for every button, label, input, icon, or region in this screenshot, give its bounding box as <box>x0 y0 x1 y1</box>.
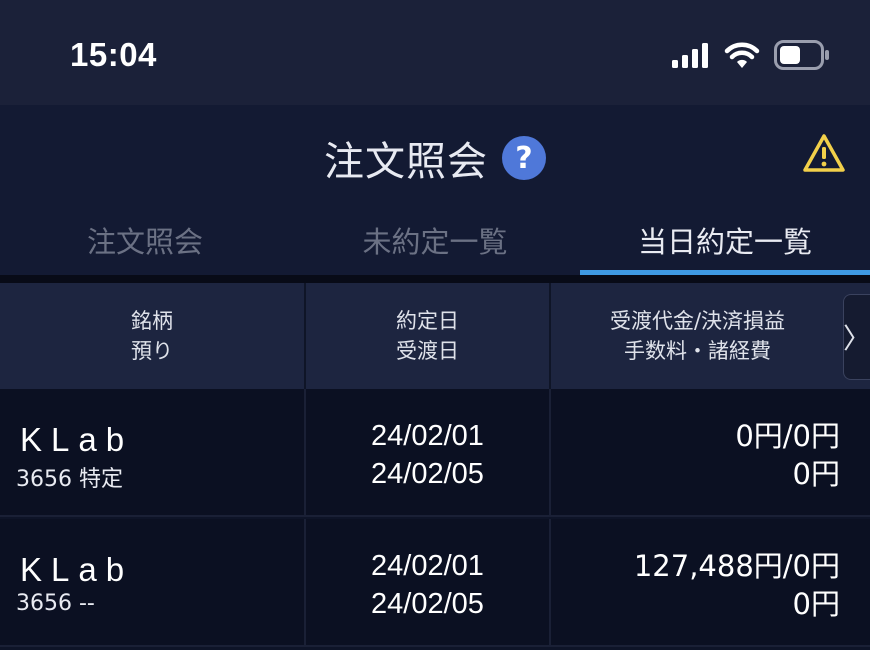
settlement-amount: 127,488円/0円 <box>633 549 840 583</box>
signal-icon <box>672 43 708 68</box>
header-settlement-amount: 受渡代金/決済損益 <box>609 309 786 333</box>
fees: 0円 <box>792 457 840 491</box>
fees: 0円 <box>792 587 840 621</box>
amounts: 0円/0円 0円 <box>735 417 840 493</box>
amounts: 127,488円/0円 0円 <box>634 547 840 623</box>
settle-date: 24/02/05 <box>371 588 484 620</box>
scroll-right-button[interactable]: 〉 <box>843 294 870 380</box>
header-custody: 預り <box>131 339 173 363</box>
dates-cell: 24/02/01 24/02/05 <box>306 519 551 645</box>
status-bar: 15:04 <box>0 0 870 105</box>
amounts-cell: 0円/0円 0円 <box>551 389 870 515</box>
help-icon[interactable]: ? <box>502 136 546 180</box>
warning-icon[interactable] <box>802 133 846 173</box>
header-stock: 銘柄 預り <box>0 283 306 389</box>
table-header: 銘柄 預り 約定日 受渡日 受渡代金/決済損益 手数料・諸経費 〉 <box>0 283 870 389</box>
table-row[interactable]: KLab 3656 特定 24/02/01 24/02/05 0円/0円 0円 <box>0 389 870 517</box>
settle-date: 24/02/05 <box>371 458 484 490</box>
header-fees: 手数料・諸経費 <box>624 339 771 363</box>
divider <box>0 275 870 283</box>
header-dates: 約定日 受渡日 <box>306 283 551 389</box>
amounts-cell: 127,488円/0円 0円 <box>551 519 870 645</box>
stock-name: KLab <box>20 421 134 458</box>
tab-today-executions[interactable]: 当日約定一覧 <box>580 205 870 275</box>
header-settle-date: 受渡日 <box>396 339 459 363</box>
header-trade-date: 約定日 <box>396 309 459 333</box>
title-wrap: 注文照会 ? <box>0 129 870 187</box>
executions-table: 銘柄 預り 約定日 受渡日 受渡代金/決済損益 手数料・諸経費 〉 KLab 3… <box>0 283 870 650</box>
dates: 24/02/01 24/02/05 <box>306 547 549 623</box>
status-icons <box>672 40 830 70</box>
stock-name: KLab <box>20 551 134 588</box>
stock-code-custody: 3656 -- <box>16 591 95 616</box>
header-amounts: 受渡代金/決済損益 手数料・諸経費 <box>551 283 870 389</box>
header: 注文照会 ? 注文照会 未約定一覧 当日約定一覧 <box>0 105 870 275</box>
header-stock-name: 銘柄 <box>131 309 173 333</box>
status-time: 15:04 <box>70 36 157 73</box>
stock-cell: KLab 3656 特定 <box>0 389 306 515</box>
trade-date: 24/02/01 <box>371 420 484 452</box>
table-row[interactable]: KLab 3656 -- 24/02/01 24/02/05 127,488円/… <box>0 519 870 647</box>
tabs: 注文照会 未約定一覧 当日約定一覧 <box>0 205 870 275</box>
trade-date: 24/02/01 <box>371 550 484 582</box>
stock-cell: KLab 3656 -- <box>0 519 306 645</box>
tab-order-inquiry[interactable]: 注文照会 <box>0 205 290 275</box>
settlement-amount: 0円/0円 <box>735 419 840 453</box>
page-title: 注文照会 <box>324 139 488 185</box>
dates-cell: 24/02/01 24/02/05 <box>306 389 551 515</box>
stock-code-custody: 3656 特定 <box>16 467 123 492</box>
tab-unexecuted-list[interactable]: 未約定一覧 <box>290 205 580 275</box>
dates: 24/02/01 24/02/05 <box>306 417 549 493</box>
battery-icon <box>774 40 829 70</box>
wifi-icon <box>724 42 760 68</box>
